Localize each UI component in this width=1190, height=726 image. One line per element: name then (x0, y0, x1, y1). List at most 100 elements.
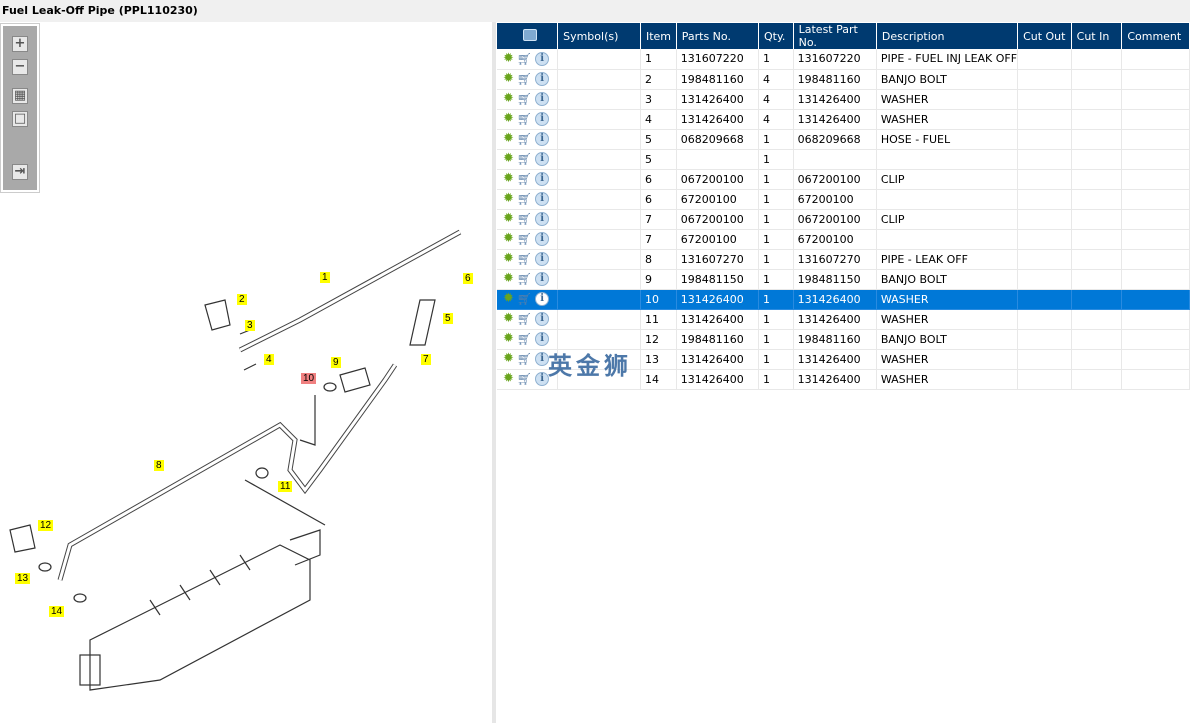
cart-icon[interactable]: 🛒︎ (517, 132, 532, 146)
pane-splitter[interactable] (492, 22, 496, 723)
column-header[interactable]: Qty. (758, 23, 794, 49)
settings-icon[interactable]: ✹ (503, 252, 514, 266)
callout-3[interactable]: 3 (245, 320, 255, 331)
info-icon[interactable]: i (535, 172, 550, 186)
cart-icon[interactable]: 🛒︎ (517, 252, 532, 266)
info-icon[interactable]: i (535, 332, 550, 346)
cart-icon[interactable]: 🛒︎ (517, 332, 532, 346)
callout-14[interactable]: 14 (49, 606, 65, 617)
info-icon[interactable]: i (535, 132, 550, 146)
table-row[interactable]: ✹ 🛒︎ i 6 067200100 1 067200100 CLIP (497, 169, 1190, 190)
zoom-out-icon[interactable]: − (12, 59, 28, 75)
settings-icon[interactable]: ✹ (503, 312, 514, 326)
cart-icon[interactable]: 🛒︎ (517, 272, 532, 286)
settings-icon[interactable]: ✹ (503, 152, 514, 166)
table-row[interactable]: ✹ 🛒︎ i 5 068209668 1 068209668 HOSE - FUEL (497, 129, 1190, 150)
info-icon[interactable]: i (535, 212, 550, 226)
column-header[interactable]: Comment (1121, 23, 1190, 49)
settings-icon[interactable]: ✹ (503, 212, 514, 226)
cart-icon[interactable]: 🛒︎ (517, 312, 532, 326)
settings-icon[interactable]: ✹ (503, 72, 514, 86)
zoom-in-icon[interactable]: + (12, 36, 28, 52)
column-header[interactable]: Latest Part No. (793, 23, 877, 49)
fit-all-icon[interactable]: ▦ (12, 88, 28, 104)
settings-icon[interactable]: ✹ (503, 372, 514, 386)
info-icon[interactable]: i (535, 152, 550, 166)
callout-13[interactable]: 13 (15, 573, 31, 584)
export-icon[interactable]: ⇥ (12, 164, 28, 180)
cart-icon[interactable]: 🛒︎ (517, 352, 532, 366)
callout-7[interactable]: 7 (421, 354, 431, 365)
info-icon[interactable]: i (535, 272, 550, 286)
table-row[interactable]: ✹ 🛒︎ i 4 131426400 4 131426400 WASHER (497, 109, 1190, 130)
cart-icon[interactable]: 🛒︎ (517, 92, 532, 106)
latest-part-no-cell: 198481150 (793, 269, 877, 290)
table-row[interactable]: ✹ 🛒︎ i 9 198481150 1 198481150 BANJO BOLT (497, 269, 1190, 290)
cart-icon[interactable]: 🛒︎ (517, 372, 532, 386)
cart-icon[interactable]: 🛒︎ (517, 152, 532, 166)
callout-6[interactable]: 6 (463, 273, 473, 284)
table-row[interactable]: ✹ 🛒︎ i 6 67200100 1 67200100 (497, 189, 1190, 210)
column-header[interactable]: Item (640, 23, 677, 49)
info-icon[interactable]: i (535, 232, 550, 246)
callout-5[interactable]: 5 (443, 313, 453, 324)
info-icon[interactable]: i (535, 192, 550, 206)
column-header[interactable]: Description (876, 23, 1019, 49)
column-header[interactable]: Cut Out (1017, 23, 1072, 49)
table-row[interactable]: ✹ 🛒︎ i 2 198481160 4 198481160 BANJO BOLT (497, 69, 1190, 90)
cart-icon[interactable]: 🛒︎ (517, 52, 532, 66)
fit-window-icon[interactable]: □ (12, 111, 28, 127)
search-parts-icon[interactable] (497, 23, 559, 49)
settings-icon[interactable]: ✹ (503, 172, 514, 186)
cart-icon[interactable]: 🛒︎ (517, 112, 532, 126)
info-icon[interactable]: i (535, 112, 550, 126)
callout-1[interactable]: 1 (320, 272, 330, 283)
callout-4[interactable]: 4 (264, 354, 274, 365)
settings-icon[interactable]: ✹ (503, 132, 514, 146)
cut-out-cell (1017, 269, 1072, 290)
cart-icon[interactable]: 🛒︎ (517, 232, 532, 246)
info-icon[interactable]: i (535, 51, 550, 66)
callout-2[interactable]: 2 (237, 294, 247, 305)
callout-12[interactable]: 12 (38, 520, 54, 531)
settings-icon[interactable]: ✹ (503, 352, 514, 366)
cart-icon[interactable]: 🛒︎ (517, 212, 532, 226)
column-header[interactable]: Parts No. (676, 23, 760, 49)
column-header[interactable]: Symbol(s) (557, 23, 641, 49)
cart-icon[interactable]: 🛒︎ (517, 192, 532, 206)
callout-11[interactable]: 11 (278, 481, 293, 492)
cart-icon[interactable]: 🛒︎ (517, 292, 532, 306)
table-row[interactable]: ✹ 🛒︎ i 7 067200100 1 067200100 CLIP (497, 209, 1190, 230)
settings-icon[interactable]: ✹ (503, 112, 514, 126)
callout-10[interactable]: 10 (301, 373, 317, 384)
info-icon[interactable]: i (535, 92, 550, 106)
table-row[interactable]: ✹ 🛒︎ i 3 131426400 4 131426400 WASHER (497, 89, 1190, 110)
settings-icon[interactable]: ✹ (503, 332, 514, 346)
table-row[interactable]: ✹ 🛒︎ i 7 67200100 1 67200100 (497, 229, 1190, 250)
cart-icon[interactable]: 🛒︎ (517, 72, 532, 86)
table-row[interactable]: ✹ 🛒︎ i 10 131426400 1 131426400 WASHER (497, 289, 1190, 310)
settings-icon[interactable]: ✹ (503, 292, 514, 306)
info-icon[interactable]: i (535, 292, 550, 306)
row-actions: ✹ 🛒︎ i (497, 229, 559, 250)
settings-icon[interactable]: ✹ (503, 192, 514, 206)
settings-icon[interactable]: ✹ (503, 272, 514, 286)
column-header[interactable]: Cut In (1071, 23, 1123, 49)
settings-icon[interactable]: ✹ (503, 51, 514, 66)
table-row[interactable]: ✹ 🛒︎ i 1 131607220 1 131607220 PIPE - FUEL INJ … (497, 49, 1190, 70)
cart-icon[interactable]: 🛒︎ (517, 172, 532, 186)
table-row[interactable]: ✹ 🛒︎ i 5 1 (497, 149, 1190, 170)
callout-8[interactable]: 8 (154, 460, 164, 471)
settings-icon[interactable]: ✹ (503, 232, 514, 246)
callout-9[interactable]: 9 (331, 357, 341, 368)
info-icon[interactable]: i (535, 72, 550, 86)
info-icon[interactable]: i (535, 252, 550, 266)
cut-in-cell (1071, 89, 1123, 110)
info-icon[interactable]: i (535, 312, 550, 326)
qty-cell: 1 (758, 309, 794, 330)
table-row[interactable]: ✹ 🛒︎ i 8 131607270 1 131607270 PIPE - LEAK OFF (497, 249, 1190, 270)
parts-diagram[interactable]: 1 2 3 4 5 6 7 8 9 10 11 12 13 14 (0, 22, 492, 723)
settings-icon[interactable]: ✹ (503, 92, 514, 106)
table-row[interactable]: ✹ 🛒︎ i 11 131426400 1 131426400 WASHER (497, 309, 1190, 330)
item-cell: 4 (640, 109, 677, 130)
